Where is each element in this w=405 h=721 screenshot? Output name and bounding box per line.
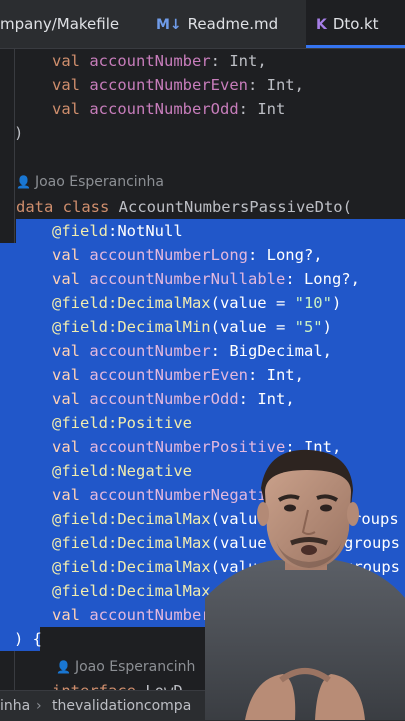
- presenter-video: [205, 448, 405, 720]
- presenter-image: [205, 449, 405, 720]
- tab-label: Dto.kt: [332, 15, 379, 33]
- user-icon: 👤: [56, 660, 71, 674]
- tab-makefile[interactable]: mpany/Makefile: [0, 0, 119, 48]
- selected-code-line: @field:DecimalMin(value = "5"): [0, 315, 405, 339]
- selected-code-line: val accountNumberNullable: Long?,: [0, 267, 405, 291]
- selected-code-line: val accountNumberOdd: Int,: [0, 387, 405, 411]
- selected-code-line: @field:DecimalMax(value = "10"): [0, 291, 405, 315]
- tab-label: mpany/Makefile: [0, 15, 120, 33]
- selected-code-line: val accountNumberEven: Int,: [0, 363, 405, 387]
- tab-dto-kt[interactable]: K Dto.kt: [306, 0, 405, 48]
- code-line: ): [14, 124, 24, 142]
- code-line: val accountNumberOdd: Int: [52, 100, 286, 118]
- selected-code-line: val accountNumber: BigDecimal,: [0, 339, 405, 363]
- code-line: data class AccountNumbersPassiveDto(: [16, 198, 352, 216]
- selected-code-line: @field:NotNull: [0, 219, 405, 243]
- tab-readme[interactable]: M↓ Readme.md: [156, 0, 278, 48]
- code-author-hint[interactable]: 👤 Joao Esperancinha: [0, 170, 405, 194]
- selected-code-line: @field:Positive: [0, 411, 405, 435]
- tab-label: Readme.md: [187, 15, 279, 33]
- breadcrumb-item[interactable]: inha: [0, 691, 30, 721]
- editor-tab-bar: mpany/Makefile M↓ Readme.md K Dto.kt: [0, 0, 405, 49]
- chevron-right-icon: ›: [36, 698, 42, 714]
- user-icon: 👤: [16, 175, 31, 189]
- selected-code-line: val accountNumberLong: Long?,: [0, 243, 405, 267]
- code-line: val accountNumber: Int,: [52, 52, 267, 70]
- markdown-icon: M↓: [156, 17, 182, 33]
- kotlin-file-icon: K: [316, 17, 327, 33]
- breadcrumb-item[interactable]: thevalidationcompa: [52, 691, 191, 721]
- code-line: val accountNumberEven: Int,: [52, 76, 304, 94]
